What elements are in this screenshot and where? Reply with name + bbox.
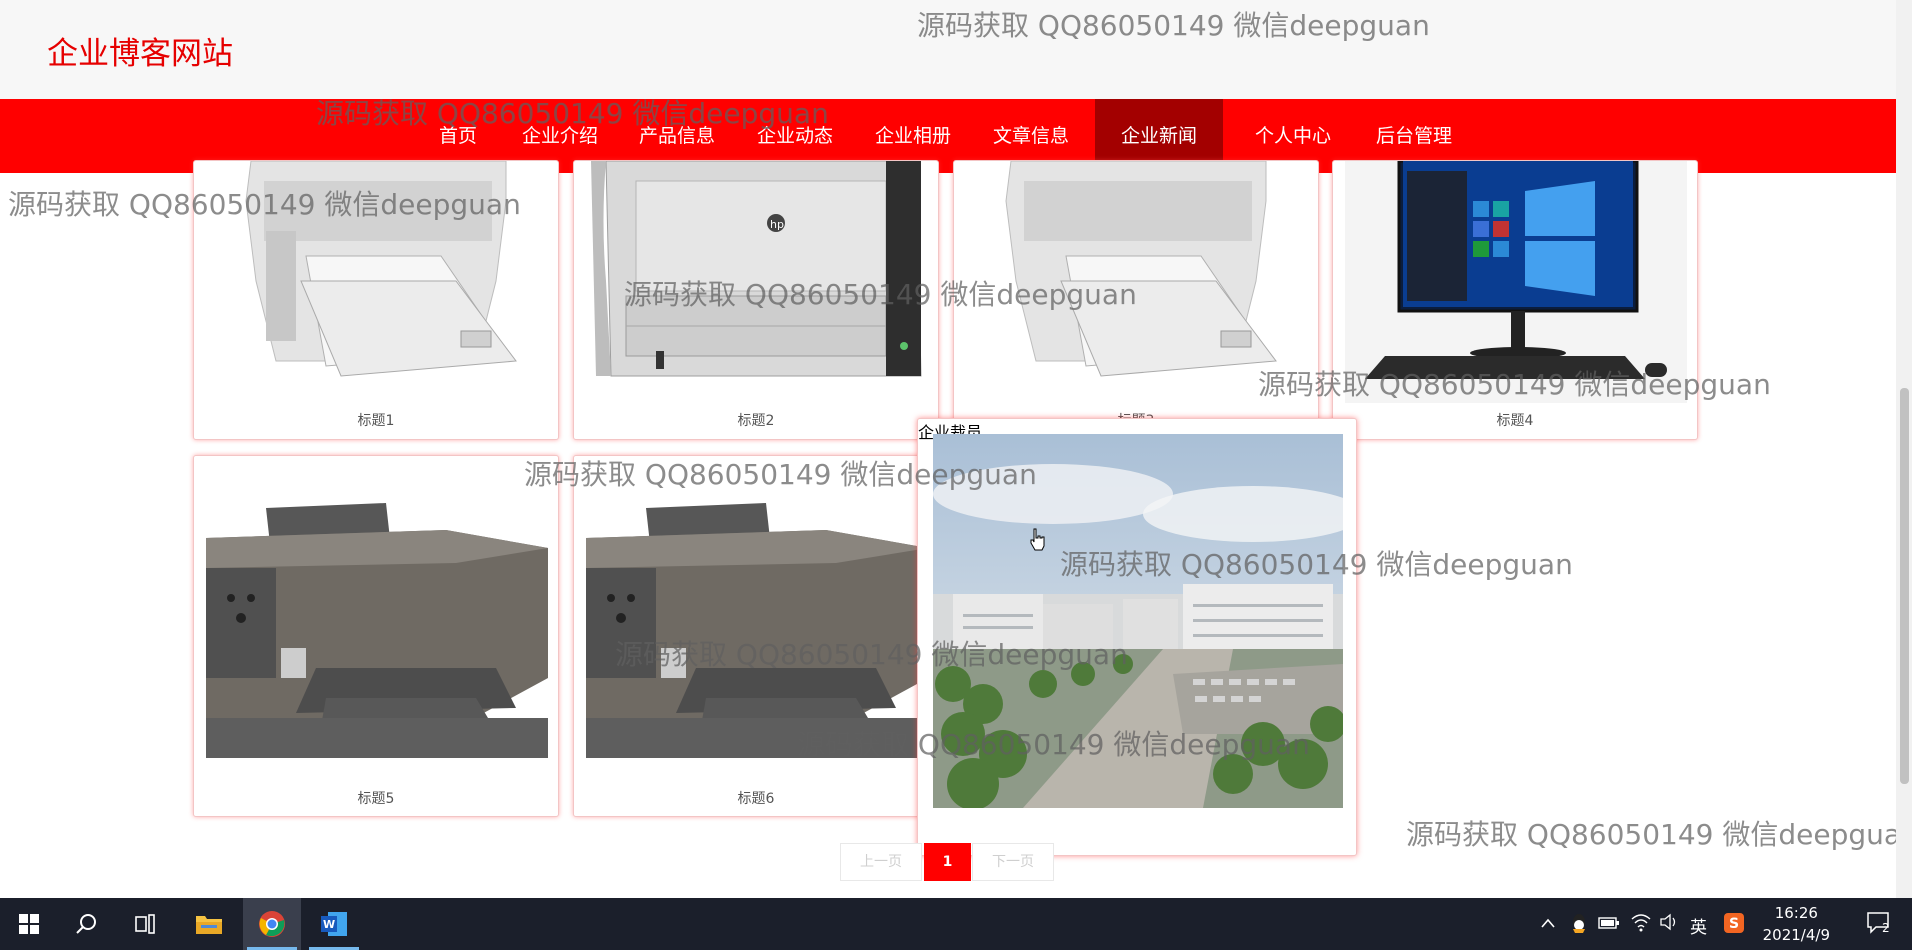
desktop-pc-image xyxy=(1345,161,1687,403)
printer-image xyxy=(966,161,1306,401)
current-page-button[interactable]: 1 xyxy=(924,843,971,881)
scrollbar-thumb[interactable] xyxy=(1900,388,1909,784)
file-explorer-icon[interactable] xyxy=(180,898,238,950)
notification-count: 2 xyxy=(1882,921,1890,935)
watermark-text: 源码获取 QQ86050149 微信deepguan xyxy=(1406,818,1912,851)
page-scrollbar[interactable] xyxy=(1896,0,1912,898)
card-caption: 标题1 xyxy=(357,413,395,429)
prev-page-button[interactable]: 上一页 xyxy=(840,843,922,881)
card-caption: 标题6 xyxy=(737,791,775,807)
news-card[interactable]: 标题5 xyxy=(193,455,559,817)
site-header: 企业博客网站 xyxy=(0,0,1896,99)
news-card[interactable]: 标题1 xyxy=(193,160,559,440)
clock-date: 2021/4/9 xyxy=(1762,926,1830,944)
qq-icon[interactable] xyxy=(1570,912,1588,938)
news-card[interactable]: 标题6 xyxy=(573,455,939,817)
news-card-hover[interactable]: 企业裁员 xyxy=(917,418,1357,856)
notification-center-icon[interactable]: 2 xyxy=(1866,911,1894,941)
card-caption: 标题5 xyxy=(357,791,395,807)
system-clock[interactable]: 16:26 2021/4/9 xyxy=(1763,902,1830,946)
news-card[interactable]: 标题3 xyxy=(953,160,1319,440)
printer-image: hp xyxy=(586,161,926,401)
clock-time: 16:26 xyxy=(1774,904,1818,922)
hand-cursor-icon xyxy=(1029,528,1047,556)
task-view-icon[interactable] xyxy=(116,898,174,950)
wifi-icon[interactable] xyxy=(1630,912,1652,936)
browser-viewport: 企业博客网站 首页 企业介绍 产品信息 企业动态 企业相册 文章信息 企业新闻 … xyxy=(0,0,1912,898)
svg-text:hp: hp xyxy=(770,218,784,231)
factory-image xyxy=(933,434,1343,808)
printer-image xyxy=(206,161,546,401)
windows-taskbar: W 英 S 16:26 2021/4/9 2 xyxy=(0,898,1912,950)
next-page-button[interactable]: 下一页 xyxy=(972,843,1054,881)
sogou-input-icon[interactable]: S xyxy=(1723,912,1745,938)
card-caption: 标题4 xyxy=(1496,413,1534,429)
input-method-indicator[interactable]: 英 xyxy=(1690,913,1707,938)
show-hidden-icons-chevron-icon[interactable] xyxy=(1540,914,1556,933)
svg-text:S: S xyxy=(1729,916,1739,932)
card-caption: 标题2 xyxy=(737,413,775,429)
svg-text:W: W xyxy=(323,918,335,931)
word-icon[interactable]: W xyxy=(305,898,363,950)
news-card[interactable]: 标题4 xyxy=(1332,160,1698,440)
battery-icon[interactable] xyxy=(1598,915,1620,934)
volume-icon[interactable] xyxy=(1660,913,1680,935)
chrome-icon[interactable] xyxy=(243,898,301,950)
site-title[interactable]: 企业博客网站 xyxy=(47,28,233,73)
search-icon[interactable] xyxy=(58,898,116,950)
windows-start-icon[interactable] xyxy=(0,898,58,950)
news-card[interactable]: hp 标题2 xyxy=(573,160,939,440)
inkjet-printer-image xyxy=(206,468,548,786)
inkjet-printer-image xyxy=(586,468,928,786)
